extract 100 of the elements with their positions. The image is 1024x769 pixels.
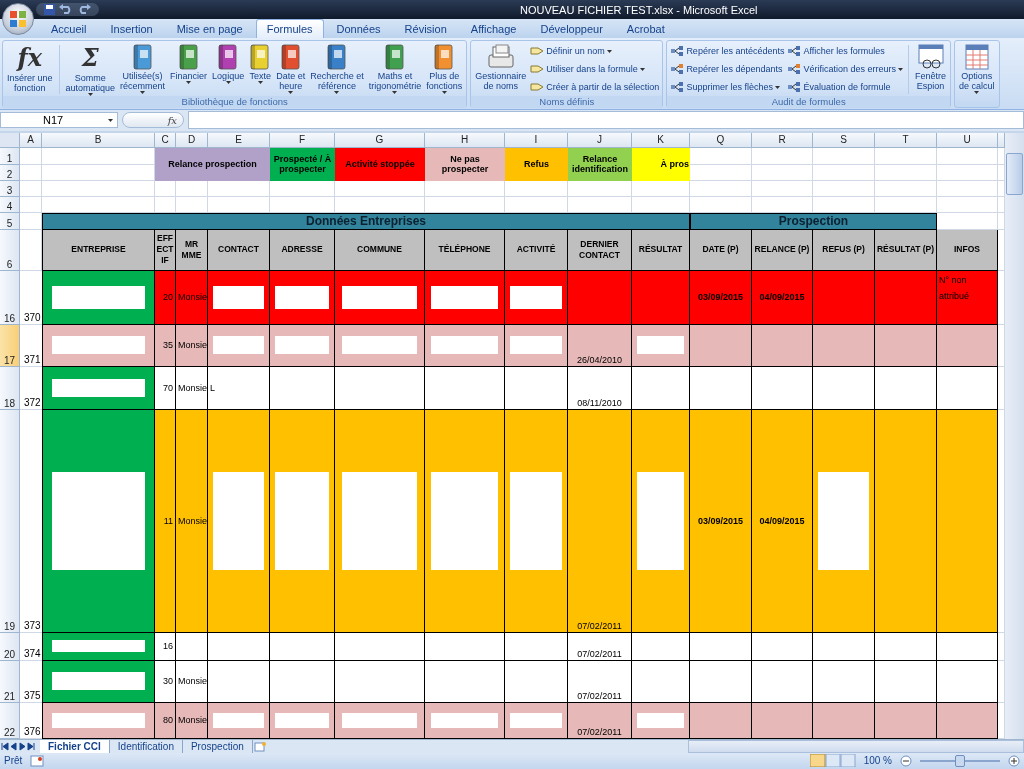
column-heading: INFOS xyxy=(937,229,998,271)
ribbon-tab[interactable]: Acrobat xyxy=(615,18,676,38)
ribbon-button[interactable]: fx Insérer une fonction xyxy=(5,42,55,93)
ribbon-button[interactable]: Définir un nom xyxy=(529,42,661,60)
ribbon-tab[interactable]: Affichage xyxy=(459,18,528,38)
ribbon-tab[interactable]: Données xyxy=(325,18,392,38)
ribbon-button[interactable]: Utilisée(s) récemment xyxy=(118,42,168,94)
column-header[interactable]: U xyxy=(937,132,998,148)
ribbon-button[interactable]: Logique xyxy=(210,42,247,84)
ribbon-button[interactable]: Maths et trigonométrie xyxy=(366,42,424,94)
redo-icon[interactable] xyxy=(77,4,91,15)
column-header[interactable]: G xyxy=(335,132,425,148)
table-cell: 03/09/2015 xyxy=(690,270,752,325)
column-header[interactable] xyxy=(998,132,1005,148)
column-header[interactable]: B xyxy=(42,132,155,148)
row-header[interactable]: 17 xyxy=(0,324,20,367)
sheet-cell[interactable] xyxy=(998,632,1005,661)
redaction-block xyxy=(275,285,329,310)
ribbon-button[interactable]: Utiliser dans la formule xyxy=(529,60,661,78)
select-all-corner[interactable] xyxy=(0,132,20,148)
ribbon-button[interactable]: Fenêtre Espion xyxy=(913,42,948,91)
row-header[interactable]: 19 xyxy=(0,409,20,633)
row-header[interactable]: 18 xyxy=(0,366,20,410)
ribbon-button[interactable]: Recherche et référence xyxy=(308,42,366,94)
sheet-cell[interactable] xyxy=(998,147,1005,165)
ribbon-button[interactable]: Options de calcul xyxy=(957,42,997,94)
undo-icon[interactable] xyxy=(59,4,73,15)
column-header[interactable]: S xyxy=(813,132,875,148)
ribbon-button[interactable]: Date et heure xyxy=(274,42,308,94)
sheet-cell[interactable] xyxy=(998,702,1005,739)
ribbon-button[interactable]: Texte xyxy=(247,42,274,84)
sheet-cell[interactable] xyxy=(998,409,1005,633)
sheet-cell[interactable] xyxy=(20,229,42,271)
save-icon[interactable] xyxy=(44,3,55,15)
sheet-tab[interactable]: Fichier CCI xyxy=(40,739,110,753)
column-heading: RÉSULTAT (P) xyxy=(875,229,937,271)
ribbon-button[interactable]: Σ Somme automatique xyxy=(63,42,118,96)
ribbon-tab[interactable]: Insertion xyxy=(99,18,164,38)
column-header[interactable]: R xyxy=(752,132,813,148)
ribbon-button[interactable]: Repérer les dépendants xyxy=(669,60,786,78)
column-header[interactable]: K xyxy=(632,132,690,148)
ribbon-button[interactable]: Évaluation de formule xyxy=(786,78,904,96)
horizontal-scrollbar[interactable] xyxy=(688,739,1024,753)
vertical-scrollbar[interactable] xyxy=(1005,132,1024,739)
ribbon-button[interactable]: Créer à partir de la sélection xyxy=(529,78,661,96)
table-cell: 07/02/2011 xyxy=(568,409,632,633)
name-box[interactable]: N17 xyxy=(0,112,118,129)
macro-record-icon[interactable] xyxy=(30,754,45,767)
sheet-cell[interactable] xyxy=(998,270,1005,325)
row-header[interactable]: 16 xyxy=(0,270,20,325)
calculator-icon xyxy=(962,42,991,71)
column-header[interactable]: F xyxy=(270,132,335,148)
column-header[interactable]: E xyxy=(208,132,270,148)
table-cell: 07/02/2011 xyxy=(568,660,632,703)
sheet-cell[interactable] xyxy=(998,164,1005,181)
view-buttons-icon[interactable] xyxy=(809,754,856,768)
insert-function-button[interactable]: fx xyxy=(122,112,184,129)
ribbon-button[interactable]: Afficher les formules xyxy=(786,42,904,60)
ribbon-tab[interactable]: Accueil xyxy=(40,18,98,38)
row-header[interactable]: 20 xyxy=(0,632,20,661)
zoom-in-icon[interactable] xyxy=(1008,754,1020,767)
zoom-out-icon[interactable] xyxy=(900,754,912,767)
ribbon-tab[interactable]: Mise en page xyxy=(165,18,254,38)
sheet-cell[interactable] xyxy=(998,660,1005,703)
sheet-cell[interactable] xyxy=(998,229,1005,271)
new-sheet-icon[interactable] xyxy=(252,740,267,752)
column-header[interactable]: D xyxy=(176,132,208,148)
ribbon-button[interactable]: Plus de fonctions xyxy=(424,42,465,94)
table-cell: 26/04/2010 xyxy=(568,324,632,367)
table-cell: 35 xyxy=(155,324,176,367)
column-header[interactable]: A xyxy=(20,132,42,148)
sheet-tab[interactable]: Prospection xyxy=(182,739,253,753)
column-header[interactable]: I xyxy=(505,132,568,148)
formula-input[interactable] xyxy=(188,111,1024,130)
sheet-cell[interactable] xyxy=(998,196,1005,213)
table-cell: 08/11/2010 xyxy=(568,366,632,410)
column-heading: MR MME xyxy=(176,229,208,271)
sheet-cell[interactable] xyxy=(998,212,1005,230)
ribbon-tab[interactable]: Développeur xyxy=(529,18,614,38)
sheet-cell[interactable] xyxy=(998,324,1005,367)
sheet-cell[interactable] xyxy=(998,180,1005,197)
sheet-tab[interactable]: Identification xyxy=(109,739,183,753)
column-header[interactable]: J xyxy=(568,132,632,148)
column-header[interactable]: H xyxy=(425,132,505,148)
ribbon-button[interactable]: Vérification des erreurs xyxy=(786,60,904,78)
ribbon-tab[interactable]: Révision xyxy=(393,18,458,38)
row-header[interactable]: 21 xyxy=(0,660,20,703)
row-header[interactable]: 6 xyxy=(0,229,20,271)
row-header[interactable]: 22 xyxy=(0,702,20,739)
column-header[interactable]: C xyxy=(155,132,176,148)
table-cell: 16 xyxy=(155,632,176,661)
ribbon-button[interactable]: Financier xyxy=(168,42,210,84)
column-header[interactable]: T xyxy=(875,132,937,148)
ribbon-button[interactable]: Gestionnaire de noms xyxy=(473,42,529,91)
ribbon-button[interactable]: Supprimer les flèches xyxy=(669,78,786,96)
sheet-cell[interactable] xyxy=(998,366,1005,410)
redaction-block xyxy=(275,712,329,729)
column-header[interactable]: Q xyxy=(690,132,752,148)
ribbon-button[interactable]: Repérer les antécédents xyxy=(669,42,786,60)
redaction-block xyxy=(212,712,265,729)
